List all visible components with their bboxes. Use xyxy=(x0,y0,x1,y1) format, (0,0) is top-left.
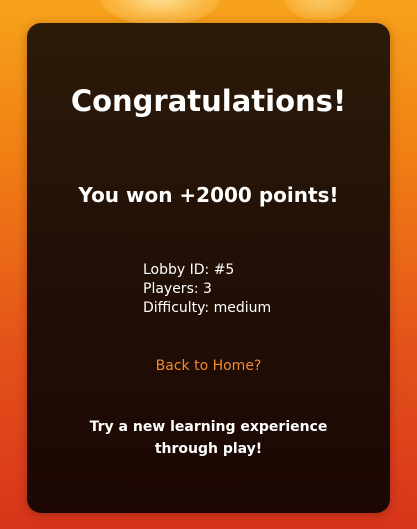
lobby-id: Lobby ID: #5 xyxy=(143,262,235,278)
player-count: Players: 3 xyxy=(143,281,212,297)
congratulations-title: Congratulations! xyxy=(70,84,347,118)
results-card: Congratulations! You won +2000 points! L… xyxy=(27,23,390,513)
background-glow xyxy=(100,0,220,25)
points-won-heading: You won +2000 points! xyxy=(78,183,339,207)
back-to-home-link[interactable]: Back to Home? xyxy=(27,356,390,376)
difficulty-level: Difficulty: medium xyxy=(143,300,272,316)
lobby-info: Lobby ID: #5 Players: 3 Difficulty: medi… xyxy=(143,261,271,318)
background-glow xyxy=(285,0,355,20)
tagline: Try a new learning experience through pl… xyxy=(89,419,328,457)
